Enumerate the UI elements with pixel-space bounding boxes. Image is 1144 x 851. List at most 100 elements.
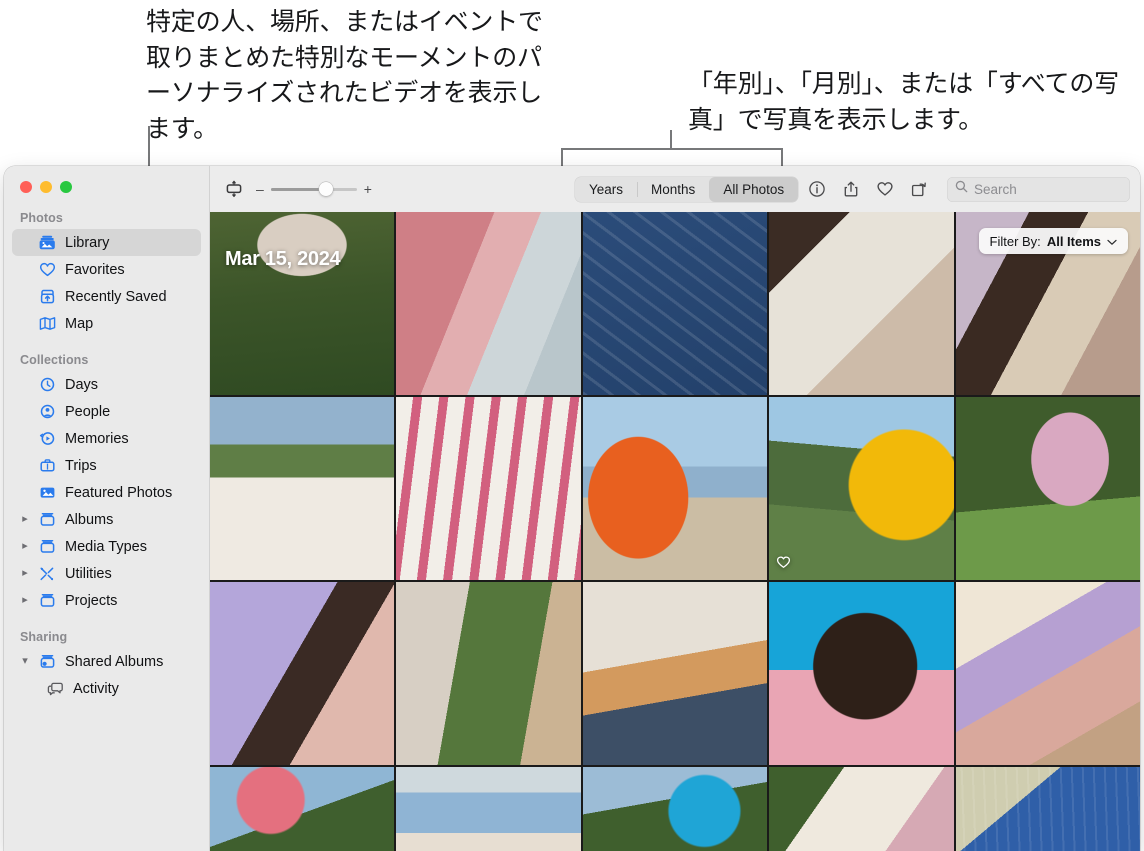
sidebar-item-label: Memories [65, 430, 129, 447]
sidebar-section-sharing: Sharing [20, 630, 68, 644]
zoom-button[interactable] [60, 181, 72, 193]
photo-cell[interactable] [769, 767, 954, 851]
photo-cell[interactable] [210, 397, 395, 580]
sidebar-item-media-types[interactable]: ▸ Media Types [12, 533, 201, 560]
zoom-out-label[interactable]: – [256, 182, 264, 196]
sidebar-item-albums[interactable]: ▸ Albums [12, 506, 201, 533]
sidebar-item-label: Shared Albums [65, 653, 164, 670]
photo-cell[interactable] [582, 767, 768, 851]
photo-cell[interactable] [396, 767, 581, 851]
sidebar-item-label: Utilities [65, 565, 112, 582]
sidebar-item-recently-saved[interactable]: Recently Saved [12, 283, 201, 310]
chevron-down-icon[interactable]: ▾ [20, 656, 30, 667]
sidebar-item-activity[interactable]: Activity [12, 675, 201, 702]
zoom-in-label[interactable]: + [364, 182, 372, 196]
photo-cell[interactable] [210, 582, 395, 765]
sidebar-item-label: Library [65, 234, 110, 251]
main-area: – + Years Months All Photos Search Mar 1… [210, 166, 1140, 851]
photo-cell[interactable] [396, 397, 581, 580]
chevron-right-icon[interactable]: ▸ [20, 541, 30, 552]
photo-cell[interactable] [582, 582, 768, 765]
zoom-slider-track[interactable] [270, 182, 357, 196]
photo-cell[interactable] [769, 212, 954, 395]
minimize-button[interactable] [40, 181, 52, 193]
tab-months[interactable]: Months [637, 177, 709, 202]
window-controls[interactable] [4, 166, 209, 193]
photo-cell[interactable] [955, 397, 1140, 580]
search-placeholder: Search [974, 181, 1017, 197]
photo-cell[interactable] [396, 582, 581, 765]
activity-icon [46, 681, 65, 696]
sidebar-item-library[interactable]: Library [12, 229, 201, 256]
sidebar: Photos Library Favorites Recently Saved … [4, 166, 210, 851]
photo-cell[interactable] [769, 582, 954, 765]
chevron-down-icon [1107, 234, 1117, 249]
sidebar-item-label: Featured Photos [65, 484, 173, 501]
sidebar-item-label: People [65, 403, 111, 420]
photo-cell[interactable] [210, 767, 395, 851]
sidebar-item-favorites[interactable]: Favorites [12, 256, 201, 283]
tab-years[interactable]: Years [575, 177, 637, 202]
featured-photos-icon [38, 485, 57, 500]
sidebar-item-label: Albums [65, 511, 114, 528]
search-input[interactable]: Search [947, 176, 1130, 202]
info-icon[interactable] [807, 179, 827, 199]
sidebar-item-memories[interactable]: Memories [12, 425, 201, 452]
photo-cell[interactable] [769, 397, 954, 580]
photo-cell[interactable] [396, 212, 581, 395]
date-badge: Mar 15, 2024 [225, 248, 341, 270]
album-icon [38, 512, 57, 527]
segmented-control[interactable]: Years Months All Photos [575, 176, 799, 202]
sidebar-item-projects[interactable]: ▸ Projects [12, 587, 201, 614]
album-icon [38, 593, 57, 608]
tab-all-photos[interactable]: All Photos [709, 176, 799, 202]
sidebar-item-label: Activity [73, 680, 119, 697]
recently-saved-icon [38, 289, 57, 304]
view-mode-group: Years Months All Photos [575, 176, 799, 202]
view-options-icon[interactable] [224, 179, 244, 199]
favorite-heart-icon[interactable] [875, 179, 895, 199]
sidebar-section-photos: Photos [20, 211, 63, 225]
photo-cell[interactable] [955, 767, 1140, 851]
sidebar-item-label: Media Types [65, 538, 147, 555]
sidebar-item-map[interactable]: Map [12, 310, 201, 337]
leader-line-viewmodes-bracket-top [561, 148, 783, 150]
sidebar-item-utilities[interactable]: ▸ Utilities [12, 560, 201, 587]
filter-by-label: Filter By: [989, 233, 1041, 249]
chevron-right-icon[interactable]: ▸ [20, 595, 30, 606]
chevron-right-icon[interactable]: ▸ [20, 514, 30, 525]
sidebar-item-featured-photos[interactable]: Featured Photos [12, 479, 201, 506]
library-icon [38, 235, 57, 250]
sidebar-item-shared-albums[interactable]: ▾ Shared Albums [12, 648, 201, 675]
leader-line-viewmodes-bracket-left [561, 148, 563, 166]
favorite-badge-icon [776, 555, 791, 574]
search-icon [955, 180, 968, 198]
sidebar-item-label: Map [65, 315, 94, 332]
photo-cell[interactable] [955, 582, 1140, 765]
sidebar-item-trips[interactable]: Trips [12, 452, 201, 479]
sidebar-item-label: Days [65, 376, 99, 393]
sidebar-item-label: Projects [65, 592, 118, 609]
photo-cell[interactable] [582, 397, 768, 580]
person-circle-icon [38, 404, 57, 419]
toolbar-left-group: – + [224, 179, 372, 199]
photo-grid-container[interactable]: Mar 15, 2024 Filter By: All Items [210, 212, 1140, 851]
rotate-icon[interactable] [909, 179, 929, 199]
share-icon[interactable] [841, 179, 861, 199]
sidebar-item-people[interactable]: People [12, 398, 201, 425]
close-button[interactable] [20, 181, 32, 193]
zoom-slider[interactable]: – + [256, 182, 372, 196]
utilities-icon [38, 566, 57, 581]
filter-by-value: All Items [1046, 233, 1101, 249]
photo-cell[interactable] [582, 212, 768, 395]
sidebar-item-label: Favorites [65, 261, 125, 278]
sidebar-item-days[interactable]: Days [12, 371, 201, 398]
photo-cell[interactable] [210, 212, 395, 395]
annotation-memories: 特定の人、場所、またはイベントで取りまとめた特別なモーメントのパーソナライズされ… [146, 7, 543, 143]
filter-by-dropdown[interactable]: Filter By: All Items [978, 228, 1128, 254]
annotation-view-modes: 「年別」、「月別」、または「すべての写真」で写真を表示します。 [688, 69, 1119, 134]
zoom-slider-knob[interactable] [318, 182, 333, 196]
toolbar: – + Years Months All Photos Search [210, 166, 1140, 212]
album-icon [38, 539, 57, 554]
chevron-right-icon[interactable]: ▸ [20, 568, 30, 579]
